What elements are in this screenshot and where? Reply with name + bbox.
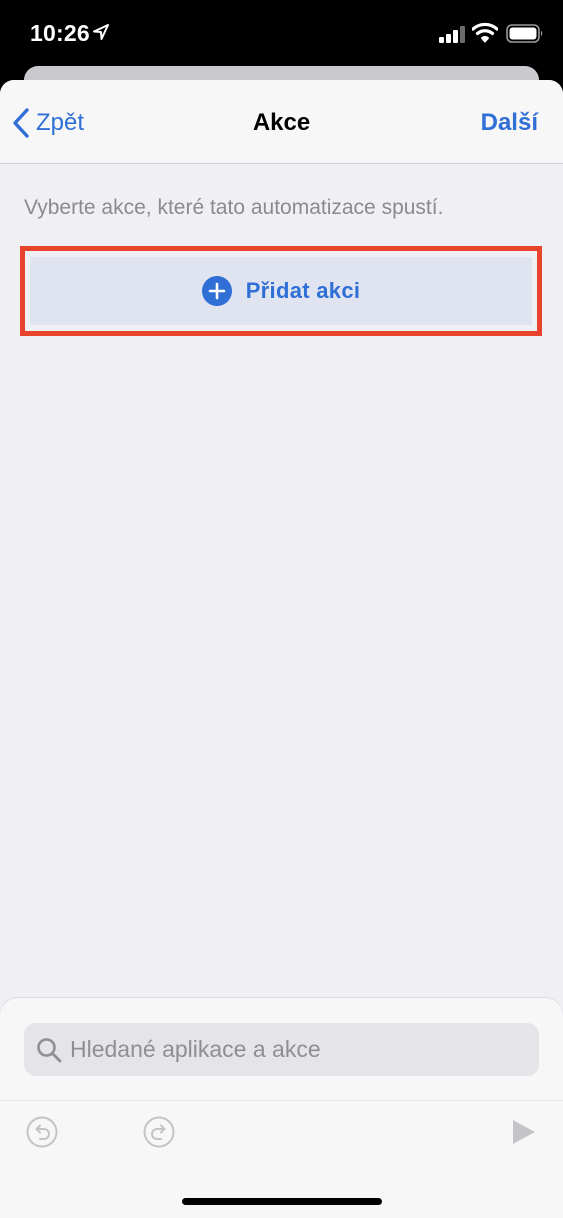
battery-icon <box>506 24 543 43</box>
home-indicator <box>182 1198 382 1205</box>
status-time: 10:26 <box>30 20 90 46</box>
wifi-icon <box>472 22 498 43</box>
automation-actions-sheet: Zpět Akce Další Vyberte akce, které tato… <box>0 80 563 1218</box>
redo-icon[interactable] <box>143 1116 175 1148</box>
signal-icon <box>439 26 465 43</box>
plus-circle-icon <box>201 276 232 306</box>
add-action-label: Přidat akci <box>245 278 361 303</box>
next-button[interactable]: Další <box>481 109 538 137</box>
instruction-text: Vyberte akce, které tato automatizace sp… <box>24 196 444 219</box>
undo-icon[interactable] <box>26 1116 58 1148</box>
navigation-bar: Zpět Akce Další <box>0 80 563 164</box>
search-placeholder: Hledané aplikace a akce <box>70 1036 321 1062</box>
status-bar: 10:26 <box>0 0 563 66</box>
location-icon <box>93 24 109 40</box>
bottom-panel: Hledané aplikace a akce <box>0 998 563 1218</box>
add-action-button[interactable]: Přidat akci <box>30 257 532 325</box>
search-icon <box>37 1037 62 1062</box>
page-title: Akce <box>252 109 311 136</box>
play-icon[interactable] <box>511 1118 537 1146</box>
search-input[interactable]: Hledané aplikace a akce <box>24 1023 539 1076</box>
toolbar-divider <box>0 1100 563 1101</box>
